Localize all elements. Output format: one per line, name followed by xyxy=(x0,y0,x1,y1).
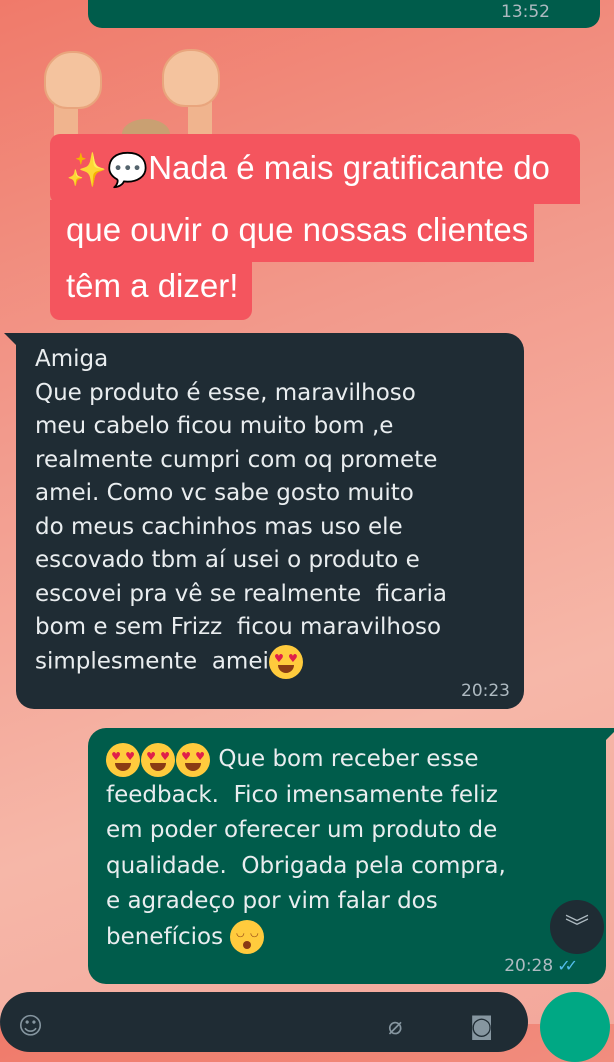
time-text: 20:28 xyxy=(504,956,554,976)
paperclip-icon[interactable]: ⌀ xyxy=(388,1012,402,1040)
message-time: 20:28 ✓✓ xyxy=(504,956,578,976)
mic-button[interactable] xyxy=(540,992,610,1062)
thumbs-up-icon xyxy=(162,49,220,107)
message-text: Amiga Que produto é esse, maravilhoso me… xyxy=(35,343,524,679)
heart-eyes-emoji-icon: ♥ ♥ xyxy=(141,742,175,777)
caption-line-3: têm a dizer! xyxy=(50,258,252,320)
outgoing-message-bubble[interactable]: ♥ ♥ ♥ ♥ ♥ ♥ Que bom receber esse feedback. Fi… xyxy=(88,728,614,984)
message-body: Amiga Que produto é esse, maravilhoso me… xyxy=(35,346,447,674)
caption-text: Nada é mais gratificante do xyxy=(148,149,550,186)
message-time: 13:52 xyxy=(501,2,550,22)
sparkles-speech-icon: ✨💬 xyxy=(66,151,149,189)
message-input-bar[interactable]: ☺ ⌀ ◙ xyxy=(0,992,528,1052)
thumbs-up-sticker[interactable] xyxy=(40,45,230,149)
thumbs-up-icon xyxy=(44,51,102,109)
message-body: feedback. Fico imensamente feliz em pode… xyxy=(106,781,506,950)
message-body-first: Que bom receber esse xyxy=(218,746,479,772)
message-text: ♥ ♥ ♥ ♥ ♥ ♥ Que bom receber esse feedback. Fi… xyxy=(106,742,606,955)
emoji-icon[interactable]: ☺ xyxy=(18,1012,43,1040)
caption-text: que ouvir o que nossas clientes xyxy=(66,211,529,248)
heart-eyes-emoji-icon: ♥ ♥ xyxy=(106,742,140,777)
message-time: 20:23 xyxy=(461,681,510,701)
incoming-message-bubble[interactable]: Amiga Que produto é esse, maravilhoso me… xyxy=(4,333,524,709)
heart-eyes-emoji-icon: ♥ ♥ xyxy=(176,742,210,777)
kissing-face-emoji-icon: ◡ ◡ xyxy=(230,920,265,954)
read-ticks-icon: ✓✓ xyxy=(557,956,578,975)
caption-line-1: ✨💬Nada é mais gratificante do xyxy=(50,134,580,204)
double-chevron-down-icon: ︾ xyxy=(565,913,589,941)
previous-message-bubble[interactable]: 13:52 ✓✓ xyxy=(88,0,600,28)
heart-eyes-emoji-icon: ♥ ♥ xyxy=(268,644,303,679)
caption-line-2: que ouvir o que nossas clientes xyxy=(50,200,534,262)
caption-text: têm a dizer! xyxy=(66,267,239,304)
scroll-to-bottom-button[interactable]: ︾ xyxy=(550,900,604,954)
camera-icon[interactable]: ◙ xyxy=(470,1012,493,1040)
